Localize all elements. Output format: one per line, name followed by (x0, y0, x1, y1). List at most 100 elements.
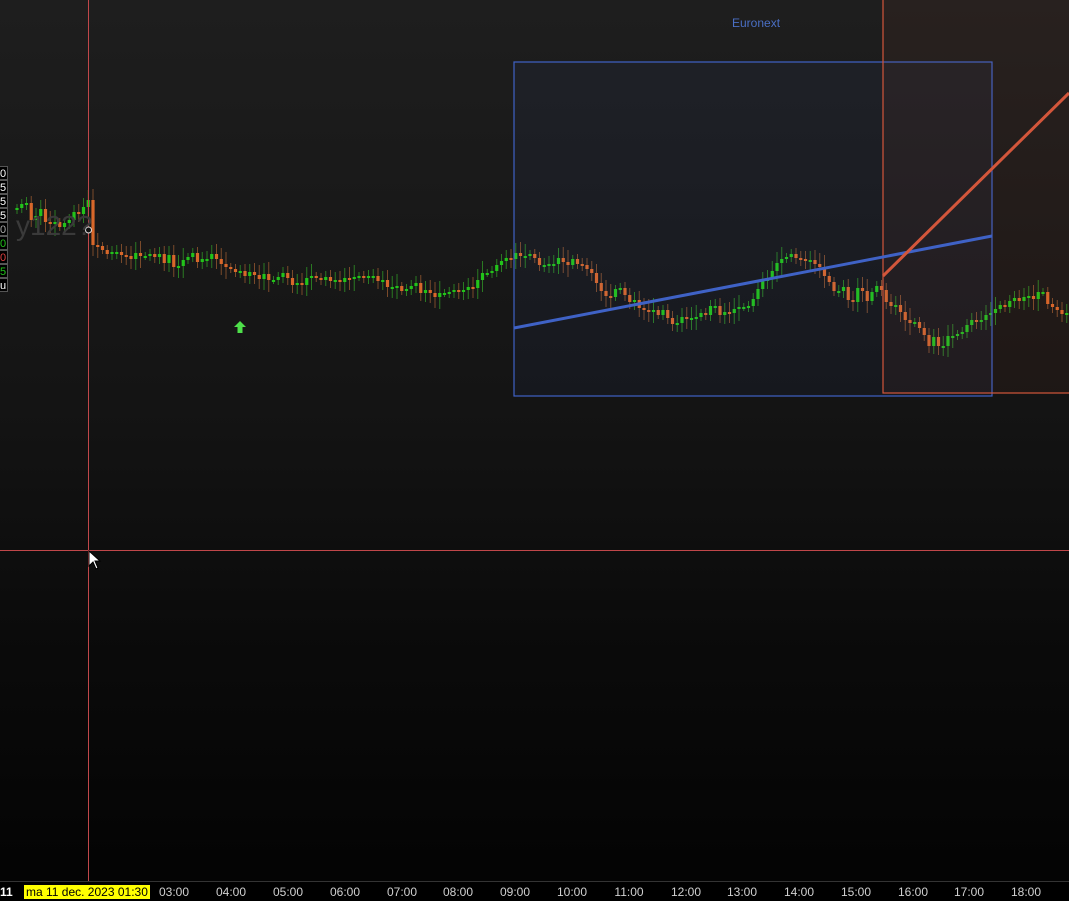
candle-body (324, 277, 328, 280)
red-rectangle-drawing[interactable] (882, 0, 1069, 394)
time-axis[interactable]: 11 ma 11 dec. 2023 01:30 03:00 04:00 05:… (0, 881, 1069, 901)
candle-body (504, 258, 508, 261)
candle-body (210, 254, 214, 259)
candle-body (395, 286, 399, 288)
candle-body (167, 255, 171, 263)
candle-body (300, 283, 304, 285)
candle-body (461, 290, 466, 292)
time-axis-edge-label: 11 (0, 885, 13, 899)
price-tag: 5 (0, 180, 8, 194)
candle-body (319, 278, 323, 280)
price-tag: 0 (0, 250, 8, 264)
candle-body (143, 256, 147, 258)
candle-body (195, 253, 200, 262)
candle-body (233, 269, 238, 272)
candle-body (162, 254, 166, 263)
price-tag: 0 (0, 222, 8, 236)
price-scale-tags: 0 5 5 5 0 0 0 5 u (0, 166, 8, 292)
candle-body (214, 254, 219, 259)
candle-body (371, 276, 375, 278)
candle-body (172, 255, 176, 267)
price-tag: u (0, 278, 8, 292)
candle-body (499, 261, 504, 265)
candle-body (347, 278, 352, 280)
candle-body (238, 271, 242, 273)
price-tag: 0 (0, 236, 8, 250)
candle-body (110, 252, 114, 254)
candle-body (333, 280, 337, 282)
candle-body (262, 274, 266, 279)
candle-body (176, 266, 181, 268)
time-label: 07:00 (386, 885, 418, 899)
candle-body (343, 278, 347, 282)
candle-body (124, 255, 128, 257)
price-tag: 5 (0, 194, 8, 208)
time-label: 18:00 (1010, 885, 1042, 899)
candle-body (357, 276, 361, 278)
candle-body (452, 290, 456, 292)
candle-body (153, 254, 157, 257)
candle-body (366, 276, 371, 278)
candle-body (466, 287, 470, 290)
price-tag: 5 (0, 264, 8, 278)
candle-body (205, 259, 209, 261)
candle-body (338, 280, 342, 282)
candle-body (200, 259, 204, 262)
price-tag: 5 (0, 208, 8, 222)
time-label: 05:00 (272, 885, 304, 899)
candle-body (186, 257, 190, 260)
candle-body (243, 271, 247, 276)
time-label: 12:00 (670, 885, 702, 899)
candle-body (490, 271, 494, 273)
candle-body (328, 277, 333, 281)
time-label: 04:00 (215, 885, 247, 899)
up-arrow-icon (234, 321, 246, 333)
candle-body (376, 276, 380, 281)
candle-body (276, 277, 280, 280)
time-label: 11:00 (614, 885, 644, 899)
time-label: 08:00 (442, 885, 474, 899)
candle-body (305, 278, 309, 285)
candle-body (134, 253, 138, 259)
candle-body (96, 245, 100, 247)
time-label: 13:00 (726, 885, 758, 899)
candle-body (248, 272, 252, 276)
time-label: 03:00 (158, 885, 190, 899)
candle-body (286, 273, 290, 278)
price-chart[interactable] (0, 0, 1069, 881)
candle-body (24, 203, 29, 205)
candle-body (381, 280, 385, 282)
candle-body (419, 283, 423, 293)
candle-body (352, 277, 356, 279)
candle-body (480, 273, 485, 280)
candle-body (476, 280, 480, 288)
candle-body (138, 253, 143, 256)
candle-body (257, 275, 261, 279)
candle-body (129, 256, 133, 259)
mouse-cursor-icon (88, 550, 102, 570)
candle-body (267, 274, 271, 280)
candle-body (219, 259, 223, 264)
candle-body (495, 265, 499, 271)
time-label: 09:00 (499, 885, 531, 899)
time-label: 17:00 (953, 885, 985, 899)
candle-body (314, 276, 318, 278)
candle-body (115, 252, 119, 254)
candle-body (191, 253, 195, 257)
candle-body (390, 287, 394, 289)
candle-body (119, 252, 124, 255)
candle-body (471, 287, 475, 289)
candle-body (20, 204, 24, 208)
time-label: 10:00 (556, 885, 588, 899)
candle-body (457, 290, 461, 292)
candle-body (148, 254, 152, 256)
candle-body (181, 260, 185, 266)
candle-body (362, 276, 366, 278)
candle-body (385, 280, 390, 287)
cursor-date-badge: ma 11 dec. 2023 01:30 (24, 885, 150, 899)
candle-body (224, 264, 228, 267)
candle-body (509, 258, 513, 260)
candle-body (252, 272, 257, 275)
time-label: 06:00 (329, 885, 361, 899)
candle-body (442, 293, 447, 295)
